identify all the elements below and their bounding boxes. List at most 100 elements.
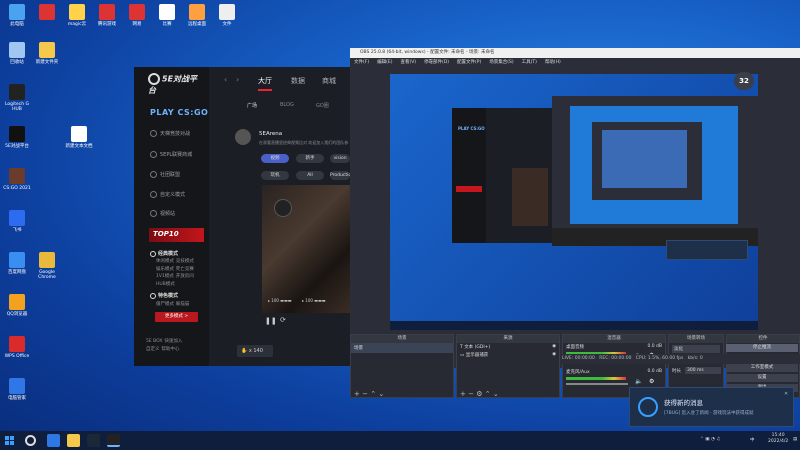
obs-menu-item[interactable]: 文件(F) (354, 60, 369, 65)
tab-lobby[interactable]: 大厅 (258, 76, 272, 91)
stop-streaming-button[interactable]: 停止推流 (726, 344, 798, 352)
subtab-square[interactable]: 广场 (247, 102, 257, 109)
desktop-icon[interactable]: 飞书 (2, 210, 32, 233)
speaker-icon[interactable]: 🔈 (635, 378, 642, 385)
cortana-icon[interactable] (25, 435, 36, 446)
desktop-icon[interactable]: 比赛 (152, 4, 182, 27)
add-icon[interactable]: + (460, 390, 466, 398)
scene-item[interactable]: 场景 (351, 343, 453, 353)
source-item[interactable]: T 文本 (GDI+) ◉ (457, 343, 559, 351)
remove-icon[interactable]: − (362, 390, 368, 398)
desktop-icon[interactable]: QQ浏览器 (2, 294, 32, 317)
desktop-icon[interactable]: 网易 (122, 4, 152, 27)
desktop-icon[interactable]: 腾讯游戏 (92, 4, 122, 27)
obs-window[interactable]: OBS 25.0.8 (64-bit, windows) - 配置文件: 未命名… (350, 48, 800, 398)
windows-start-icon[interactable] (5, 436, 14, 445)
sidebar-item-custom[interactable]: 自定义模式 (150, 191, 185, 198)
desktop-icon[interactable]: 5E对战平台 (2, 126, 32, 149)
desktop-icon-label: Logitech G HUB (4, 102, 30, 112)
notification-toast[interactable]: 获得新的消息 [7BUG] 您入驻了新闻 · 游戏玩法中获得成就 ✕ (629, 387, 794, 427)
volume-slider[interactable] (566, 383, 628, 385)
app-icon (9, 294, 25, 310)
steam-icon[interactable] (87, 434, 100, 447)
up-icon[interactable]: ⌃ (485, 390, 491, 398)
gear-icon[interactable]: ⚙ (476, 390, 482, 398)
video-caption: ▸ 100 ▬▬▬ (268, 298, 292, 303)
desktop-icon[interactable]: 新建文件夹 (32, 42, 62, 65)
tray-icons[interactable]: ⌃ ▣ ◔ ♫ (700, 437, 720, 442)
post-tag[interactable]: Production (330, 171, 354, 180)
like-counter[interactable]: ✋ x 140 (237, 345, 273, 357)
desktop-icon[interactable]: 回收站 (2, 42, 32, 65)
obs-menu-item[interactable]: 查看(V) (400, 60, 416, 65)
sidebar-item-league[interactable]: 5EPL联赛商城 (150, 151, 192, 158)
platform-window[interactable]: 5E对战平台 PLAY CS:GO 天梯竞技对战 5EPL联赛商城 社团联盟 自… (134, 67, 354, 366)
eye-icon[interactable]: ◉ (552, 352, 556, 357)
add-icon[interactable]: + (354, 390, 360, 398)
post-tag[interactable]: vision (330, 154, 350, 163)
mode-special[interactable]: 特色模式 (150, 292, 178, 299)
remove-icon[interactable]: − (468, 390, 474, 398)
app-icon (189, 4, 205, 20)
back-icon[interactable]: ‹ (224, 75, 227, 84)
eye-icon[interactable]: ◉ (552, 344, 556, 349)
clock[interactable]: 15:40 2022/4/2 (768, 433, 788, 445)
desktop-icon[interactable]: 百度网盘 (2, 252, 32, 275)
obs-menu-item[interactable]: 工具(T) (522, 60, 537, 65)
sidebar-item-club[interactable]: 社团联盟 (150, 171, 180, 178)
desktop-icon[interactable] (32, 4, 62, 22)
post-video-thumbnail[interactable]: ▸ 100 ▬▬▬ ▸ 100 ▬▬▬ (262, 185, 350, 313)
taskbar-app-icon[interactable] (47, 434, 60, 447)
desktop-icon[interactable]: 远程桌面 (182, 4, 212, 27)
down-icon[interactable]: ⌄ (493, 390, 499, 398)
app-icon (159, 4, 175, 20)
tab-shop[interactable]: 商城 (322, 76, 336, 86)
ime-indicator[interactable]: 中 (750, 437, 755, 443)
pause-icon[interactable]: ❚❚ (265, 317, 277, 325)
post-user[interactable]: 5EArena (259, 131, 282, 137)
desktop-icon[interactable]: 此电脑 (2, 4, 32, 27)
tab-data[interactable]: 数据 (291, 76, 305, 86)
obs-taskbar-icon[interactable] (107, 434, 120, 447)
subtab-blog[interactable]: BLOG (280, 102, 294, 108)
transition-select[interactable]: 淡化 (672, 345, 720, 353)
post-tag[interactable]: 玩机 (261, 171, 289, 180)
avatar[interactable] (235, 129, 251, 145)
forward-icon[interactable]: › (236, 75, 239, 84)
obs-menu-item[interactable]: 场景集合(S) (489, 60, 513, 65)
notification-center-icon[interactable]: ▤ (793, 437, 797, 442)
post-tag[interactable]: 新手 (296, 154, 324, 163)
obs-menu-item[interactable]: 编辑(E) (377, 60, 392, 65)
obs-menu-item[interactable]: 配置文件(P) (457, 60, 481, 65)
mode-classic[interactable]: 经典模式 (150, 250, 178, 257)
file-explorer-icon[interactable] (67, 434, 80, 447)
obs-menu-item[interactable]: 帮助(H) (545, 60, 561, 65)
desktop-icon[interactable]: WPS Office (2, 336, 32, 359)
duration-input[interactable]: 300 ms (685, 367, 721, 374)
settings-button[interactable]: 设置 (726, 374, 798, 382)
app-icon (9, 168, 25, 184)
desktop-icon[interactable]: magic云 (62, 4, 92, 27)
desktop-icon-label: 此电脑 (10, 22, 24, 27)
desktop-icon[interactable]: 文件 (212, 4, 242, 27)
desktop-icon[interactable]: 新建文本文档 (64, 126, 94, 149)
gear-icon[interactable]: ⚙ (649, 378, 654, 385)
desktop-icon[interactable]: 电脑管家 (2, 378, 32, 401)
up-icon[interactable]: ⌃ (370, 390, 376, 398)
refresh-icon[interactable]: ⟳ (280, 316, 286, 324)
desktop-icon[interactable]: CS:GO 2021 (2, 168, 32, 191)
post-tag[interactable]: 视频 (261, 154, 289, 163)
more-modes-button[interactable]: 更多模式 > (155, 312, 198, 322)
post-tag[interactable]: All (296, 171, 324, 180)
desktop-icon[interactable]: Google Chrome (32, 252, 62, 280)
source-item[interactable]: ▭ 显示器捕获 ◉ (457, 351, 559, 359)
desktop-icon[interactable]: Logitech G HUB (2, 84, 32, 112)
sidebar-item-video[interactable]: 视频站 (150, 210, 175, 217)
down-icon[interactable]: ⌄ (378, 390, 384, 398)
subtab-gocircle[interactable]: GO圈 (316, 102, 329, 109)
top10-banner[interactable]: TOP10 (149, 228, 204, 242)
sidebar-item-ladder[interactable]: 天梯竞技对战 (150, 130, 190, 137)
obs-menu-item[interactable]: 停靠部件(D) (424, 60, 449, 65)
obs-preview[interactable]: PLAY CS:GO (390, 74, 758, 330)
close-icon[interactable]: ✕ (784, 391, 788, 397)
